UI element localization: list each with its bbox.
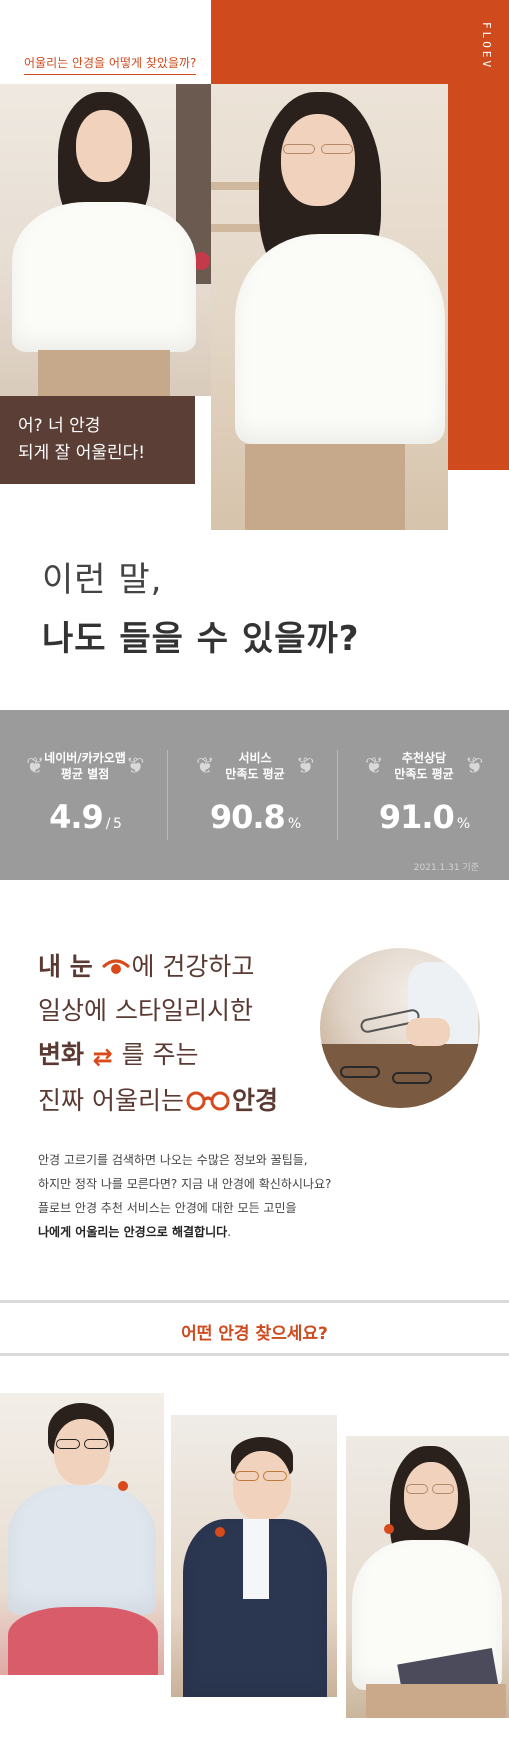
feature-line-3a: 변화 [38, 1040, 85, 1069]
hero-section: FLOEV 어울리는 안경을 어떻게 찾았을까? 어? 너 안경 되게 잘 어울… [0, 0, 509, 530]
description-line-1: 안경 고르기를 검색하면 나오는 수많은 정보와 꿀팁들, [38, 1153, 308, 1167]
divider [167, 750, 168, 840]
glasses-try-on-photo [320, 948, 480, 1108]
stat-value: 90.8% [209, 798, 301, 836]
glasses-icon [184, 1081, 232, 1111]
quote-line-1: 어? 너 안경 [18, 416, 101, 436]
quote-line-2: 되게 잘 어울린다! [18, 443, 146, 463]
woman-figure [0, 84, 211, 396]
headline-line-2: 나도 들을 수 있을까? [42, 619, 360, 659]
swap-arrows-icon: ⇄ [92, 1043, 113, 1071]
feature-copy: 내 눈 에 건강하고 일상에 스타일리시한 변화 ⇄ 를 주는 진짜 어울리는 … [38, 945, 278, 1123]
stat-rating: ❦ ❦ 네이버/카카오맵 평균 별점 4.9/ 5 [0, 710, 170, 880]
feature-line-4a: 진짜 어울리는 [38, 1086, 184, 1115]
description: 안경 고르기를 검색하면 나오는 수많은 정보와 꿀팁들, 하지만 정작 나를 … [38, 1148, 331, 1244]
description-line-2: 하지만 정작 나를 모른다면? 지금 내 안경에 확신하시나요? [38, 1177, 332, 1191]
stat-value: 91.0% [378, 798, 470, 836]
persona-card-1[interactable] [0, 1393, 164, 1675]
persona-dot [384, 1524, 394, 1534]
feature-line-4b: 안경 [231, 1086, 278, 1115]
photo-without-glasses [0, 84, 211, 396]
stat-service-satisfaction: ❦ ❦ 서비스 만족도 평균 90.8% [170, 710, 340, 880]
feature-line-1b: 에 건강하고 [131, 952, 255, 981]
persona-dot [215, 1527, 225, 1537]
eye-icon [101, 947, 131, 974]
stats-date-note: 2021.1.31 기준 [413, 863, 479, 873]
woman-glasses-figure [211, 84, 448, 530]
headline: 이런 말, 나도 들을 수 있을까? [42, 552, 359, 660]
description-line-3: 플로브 안경 추천 서비스는 안경에 대한 모든 고민을 [38, 1201, 297, 1215]
brand-logo: FLOEV [480, 22, 493, 71]
stat-label: 서비스 만족도 평균 [225, 751, 285, 781]
persona-card-3[interactable] [346, 1436, 509, 1718]
stat-label: 네이버/카카오맵 평균 별점 [44, 751, 126, 781]
hero-question: 어울리는 안경을 어떻게 찾았을까? [24, 54, 197, 75]
section-title: 어떤 안경 찾으세요? [181, 1324, 328, 1344]
feature-line-1a: 내 눈 [38, 952, 93, 981]
section-title-bar: 어떤 안경 찾으세요? [0, 1300, 509, 1356]
description-line-4: 나에게 어울리는 안경으로 해결합니다 [38, 1225, 228, 1239]
feature-line-2: 일상에 스타일리시한 [38, 996, 253, 1025]
persona-card-2[interactable] [171, 1415, 337, 1697]
stat-consult-satisfaction: ❦ ❦ 추천상담 만족도 평균 91.0% [339, 710, 509, 880]
quote-box: 어? 너 안경 되게 잘 어울린다! [0, 396, 195, 484]
persona-dot [118, 1481, 128, 1491]
headline-line-1: 이런 말, [42, 560, 163, 600]
stat-value: 4.9/ 5 [49, 798, 122, 836]
stats-section: ❦ ❦ 네이버/카카오맵 평균 별점 4.9/ 5 ❦ ❦ 서비스 만족도 평균… [0, 710, 509, 880]
divider [337, 750, 338, 840]
feature-line-3b: 를 주는 [121, 1040, 199, 1069]
stat-label: 추천상담 만족도 평균 [394, 751, 454, 781]
photo-with-glasses [211, 84, 448, 530]
